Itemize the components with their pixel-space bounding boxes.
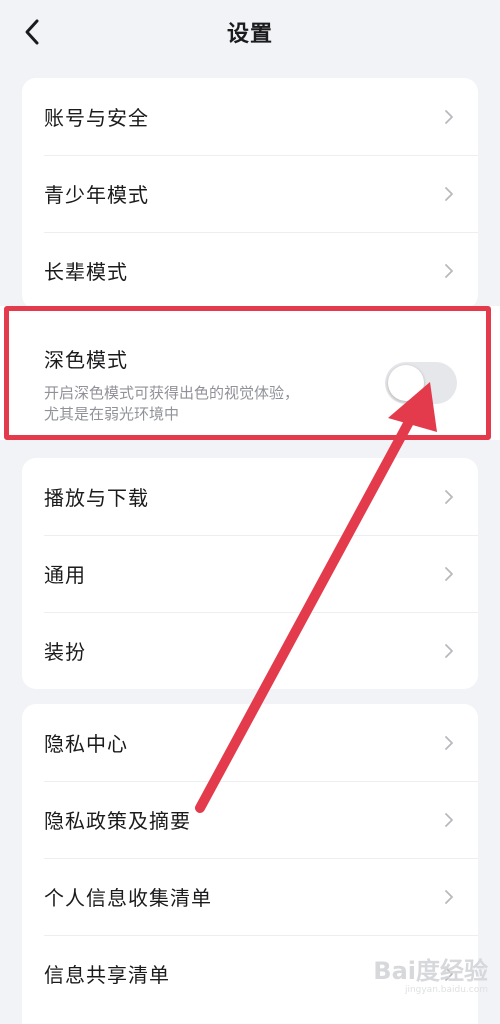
- settings-item-dress-up[interactable]: 装扮: [22, 612, 478, 689]
- chevron-right-icon: [445, 186, 453, 201]
- chevron-right-icon: [445, 735, 453, 750]
- settings-item-label: 通用: [44, 563, 86, 587]
- chevron-right-icon: [445, 489, 453, 504]
- settings-item-teen-mode[interactable]: 青少年模式: [22, 155, 478, 232]
- dark-mode-description: 开启深色模式可获得出色的视觉体验， 尤其是在弱光环境中: [44, 383, 344, 425]
- chevron-right-icon: [445, 889, 453, 904]
- settings-item-label: 装扮: [44, 640, 86, 664]
- dark-mode-description-line2: 尤其是在弱光环境中: [44, 405, 180, 423]
- chevron-right-icon: [445, 566, 453, 581]
- settings-item-label: 播放与下载: [44, 486, 149, 510]
- watermark-url: jingyan.baidu.com: [404, 985, 488, 995]
- chevron-right-icon: [445, 263, 453, 278]
- page-title: 设置: [226, 22, 273, 47]
- settings-item-elder-mode[interactable]: 长辈模式: [22, 232, 478, 309]
- settings-item-account-security[interactable]: 账号与安全: [22, 78, 478, 155]
- header-bar: 设置: [0, 0, 500, 62]
- settings-item-privacy-policy[interactable]: 隐私政策及摘要: [22, 781, 478, 858]
- settings-item-playback-download[interactable]: 播放与下载: [22, 458, 478, 535]
- toggle-knob: [388, 365, 424, 401]
- settings-item-label: 账号与安全: [44, 106, 149, 130]
- watermark-logo: Bai度经验: [373, 957, 488, 985]
- settings-item-privacy-center[interactable]: 隐私中心: [22, 704, 478, 781]
- settings-item-label: 隐私中心: [44, 732, 128, 756]
- settings-item-info-collection[interactable]: 个人信息收集清单: [22, 858, 478, 935]
- settings-item-general[interactable]: 通用: [22, 535, 478, 612]
- dark-mode-toggle[interactable]: [385, 362, 457, 404]
- settings-item-label: 青少年模式: [44, 183, 149, 207]
- settings-item-label: 个人信息收集清单: [44, 886, 212, 910]
- chevron-right-icon: [445, 812, 453, 827]
- settings-item-label: 隐私政策及摘要: [44, 809, 191, 833]
- dark-mode-label: 深色模式: [44, 348, 128, 372]
- settings-card-general: 播放与下载 通用 装扮: [22, 458, 478, 689]
- chevron-right-icon: [445, 109, 453, 124]
- chevron-right-icon: [445, 643, 453, 658]
- settings-item-label: 信息共享清单: [44, 963, 170, 987]
- settings-card-account: 账号与安全 青少年模式 长辈模式: [22, 78, 478, 309]
- watermark: Bai度经验 jingyan.baidu.com: [366, 943, 488, 995]
- dark-mode-description-line1: 开启深色模式可获得出色的视觉体验，: [44, 384, 300, 402]
- settings-item-label: 长辈模式: [44, 260, 128, 284]
